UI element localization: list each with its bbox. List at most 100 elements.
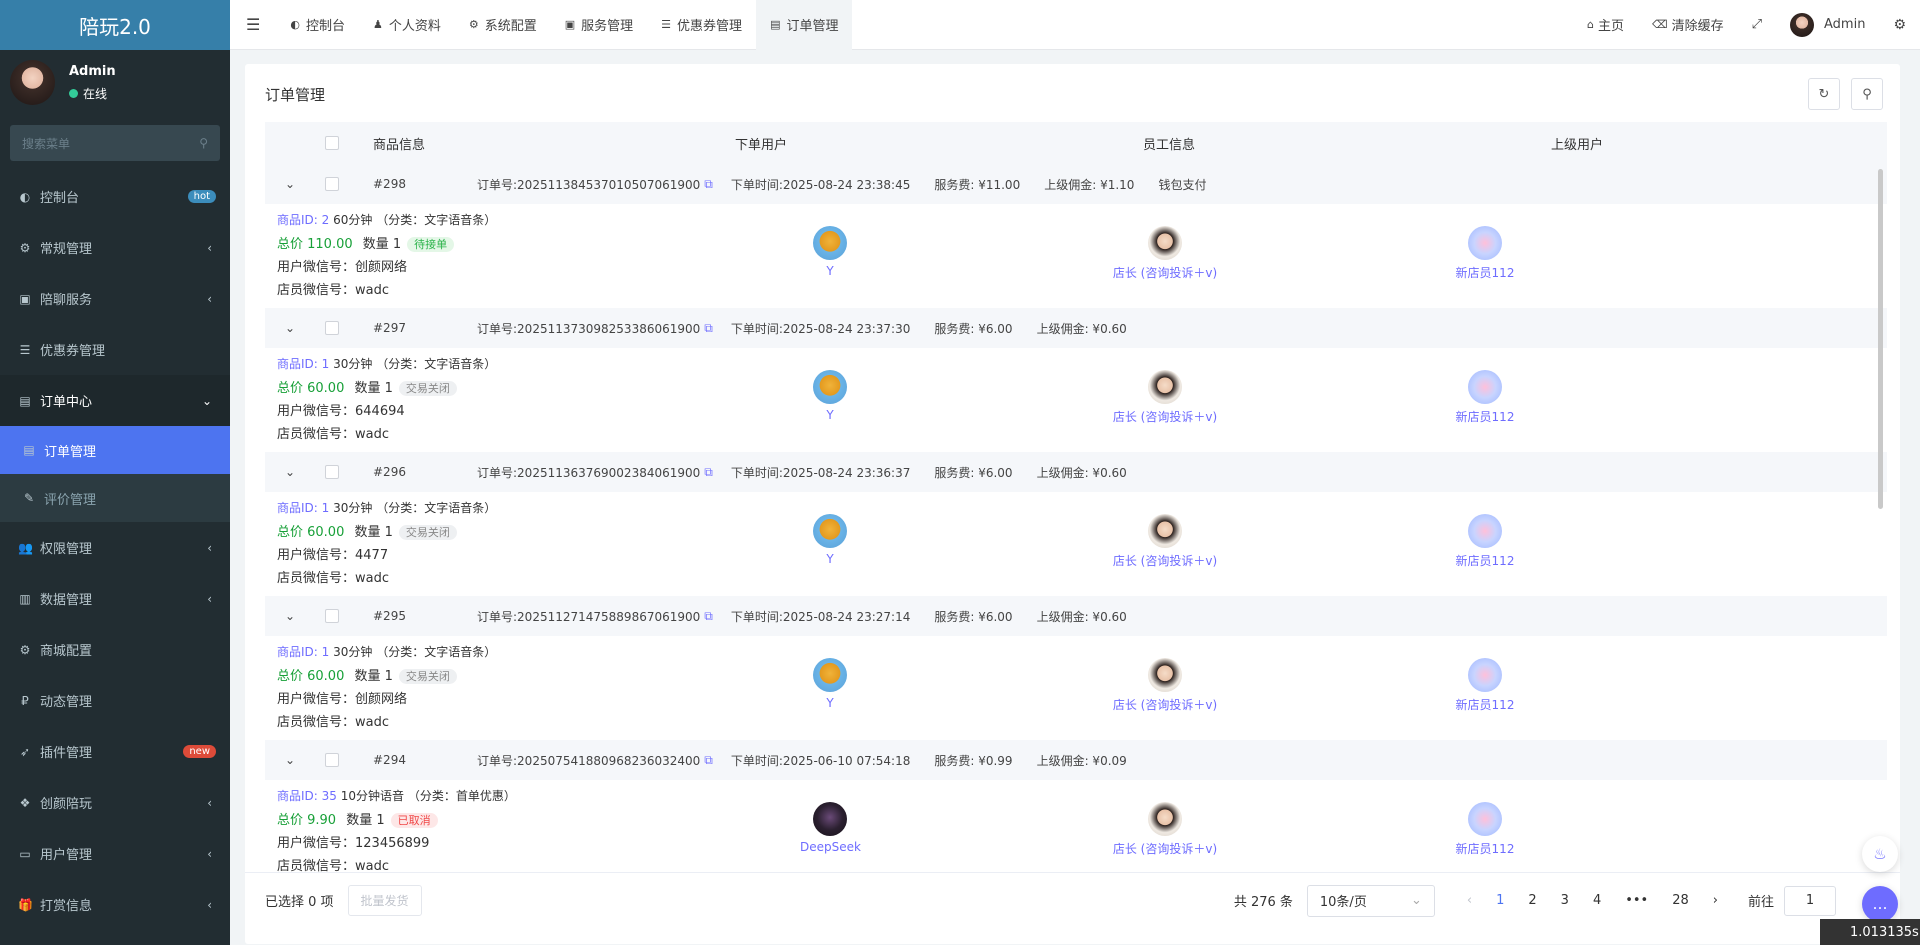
sidebar-search-input[interactable]: 搜索菜单 ⚲ [10,125,220,161]
tab-coupon[interactable]: ☰ 优惠券管理 [647,0,756,50]
sidebar-item-3[interactable]: ☰ 优惠券管理 [0,324,230,375]
tab-system-config[interactable]: ⚙ 系统配置 [455,0,551,50]
buyer-cell[interactable]: Y [800,370,860,422]
goods-id[interactable]: 商品ID: 1 [277,501,329,515]
app-title[interactable]: 陪玩2.0 [0,0,230,50]
select-all-checkbox[interactable] [325,136,339,150]
sidebar-item-9[interactable]: ⚙ 商城配置 [0,624,230,675]
superior-cell[interactable]: 新店员112 [1435,370,1535,425]
page-number[interactable]: 1 [1496,893,1504,908]
sidebar-item-7[interactable]: 👥 权限管理 ‹ [0,522,230,573]
status-badge: 交易关闭 [398,669,457,684]
copy-icon[interactable]: ⧉ [704,321,713,336]
fullscreen-icon[interactable]: ⤢ [1738,0,1776,50]
page-number[interactable]: 3 [1561,893,1569,908]
superior-cell[interactable]: 新店员112 [1435,802,1535,857]
order-number: 订单号:2025075418809682360324​00 [477,753,701,768]
buyer-cell[interactable]: Y [800,514,860,566]
search-icon[interactable]: ⚲ [199,136,208,150]
goods-id[interactable]: 商品ID: 1 [277,357,329,371]
goods-id[interactable]: 商品ID: 35 [277,789,337,803]
sidebar-item-10[interactable]: ₽ 动态管理 [0,675,230,726]
row-checkbox[interactable] [325,753,339,767]
goto-page-input[interactable]: 1 [1784,885,1836,916]
row-checkbox[interactable] [325,177,339,191]
staff-cell[interactable]: 店长 (咨询投诉＋v) [1100,226,1230,281]
sidebar-item-1[interactable]: ⚙ 常规管理 ‹ [0,222,230,273]
sidebar-item-4[interactable]: ▤ 订单中心 ⌄ [0,375,230,426]
total-price: 总价 110.00 [277,237,353,252]
copy-icon[interactable]: ⧉ [704,609,713,624]
buyer-cell[interactable]: Y [800,226,860,278]
tab-dashboard[interactable]: ◐ 控制台 [276,0,359,50]
gears-icon[interactable]: ⚙ [1879,0,1920,50]
page-number[interactable]: ••• [1625,893,1648,908]
buyer-cell[interactable]: Y [800,658,860,710]
sidebar-item-12[interactable]: ❖ 创颜陪玩 ‹ [0,777,230,828]
chat-icon[interactable]: … [1862,886,1898,922]
dashboard-icon: ◐ [290,18,300,31]
sidebar-item-0[interactable]: ◐ 控制台 hot [0,171,230,222]
chevron-left-icon: ‹ [207,846,212,861]
refresh-button[interactable]: ↻ [1808,78,1840,110]
chevron-down-icon: ⌄ [1410,893,1422,908]
copy-icon[interactable]: ⧉ [704,465,713,480]
menu-toggle-icon[interactable]: ☰ [230,0,276,50]
sidebar-item-6[interactable]: ✎ 评价管理 [0,474,230,522]
superior-cell[interactable]: 新店员112 [1435,514,1535,569]
page-number[interactable]: 2 [1528,893,1536,908]
staff-cell[interactable]: 店长 (咨询投诉＋v) [1100,802,1230,857]
bell-icon[interactable]: ♨ [1862,836,1898,872]
sidebar-item-13[interactable]: ▭ 用户管理 ‹ [0,828,230,879]
order-header: ⌄ #298 订单号:2025113845370105070619​00 ⧉ 下单时间:… [265,164,1887,204]
search-button[interactable]: ⚲ [1851,78,1883,110]
next-page-icon[interactable]: › [1713,893,1718,908]
page-number[interactable]: 4 [1593,893,1601,908]
superior-cell[interactable]: 新店员112 [1435,658,1535,713]
expand-chevron-icon[interactable]: ⌄ [285,465,305,479]
clear-cache-button[interactable]: ⌫ 清除缓存 [1638,0,1738,50]
expand-chevron-icon[interactable]: ⌄ [285,321,305,335]
sidebar-item-8[interactable]: ▥ 数据管理 ‹ [0,573,230,624]
scrollbar[interactable] [1878,169,1883,509]
page-size-select[interactable]: 10条/页 ⌄ [1306,884,1435,917]
staff-cell[interactable]: 店长 (咨询投诉＋v) [1100,658,1230,713]
staff-cell[interactable]: 店长 (咨询投诉＋v) [1100,370,1230,425]
user-wechat: 用户微信号：644694 [277,404,405,419]
sidebar-item-5[interactable]: ▤ 订单管理 [0,426,230,474]
sidebar-item-label: 用户管理 [40,848,93,863]
service-fee: 服务费: ¥0.99 [934,753,1013,768]
buyer-cell[interactable]: DeepSeek [800,802,861,854]
sidebar-item-11[interactable]: ➶ 插件管理 new [0,726,230,777]
selected-count: 已选择 0 项 [265,895,334,910]
copy-icon[interactable]: ⧉ [704,753,713,768]
user-name: Admin [69,63,116,79]
sidebar-item-2[interactable]: ▣ 陪聊服务 ‹ [0,273,230,324]
trash-icon: ⌫ [1652,18,1668,31]
superior-cell[interactable]: 新店员112 [1435,226,1535,281]
staff-cell[interactable]: 店长 (咨询投诉＋v) [1100,514,1230,569]
bar-chart-icon: ▥ [19,591,31,606]
admin-menu[interactable]: Admin [1776,0,1879,50]
tab-service[interactable]: ▣ 服务管理 [551,0,647,50]
expand-chevron-icon[interactable]: ⌄ [285,753,305,767]
expand-chevron-icon[interactable]: ⌄ [285,177,305,191]
goods-id[interactable]: 商品ID: 1 [277,645,329,659]
sidebar-item-14[interactable]: 🎁 打赏信息 ‹ [0,879,230,930]
row-checkbox[interactable] [325,321,339,335]
goods-id[interactable]: 商品ID: 2 [277,213,329,227]
expand-chevron-icon[interactable]: ⌄ [285,609,305,623]
tab-order[interactable]: ▤ 订单管理 [756,0,853,50]
top-navbar: ☰ ◐ 控制台 ♟ 个人资料 ⚙ 系统配置 ▣ 服务管理 ☰ 优惠券管理 ▤ 订单管理 ⌂ 主… [230,0,1920,50]
tab-profile[interactable]: ♟ 个人资料 [359,0,455,50]
home-link[interactable]: ⌂ 主页 [1573,0,1638,50]
commission: 上级佣金: ¥0.60 [1036,321,1127,336]
page-number[interactable]: 28 [1672,893,1689,908]
batch-ship-button[interactable]: 批量发货 [347,885,422,916]
row-checkbox[interactable] [325,609,339,623]
prev-page-icon[interactable]: ‹ [1467,893,1472,908]
order-header: ⌄ #296 订单号:2025113637690023840619​00 ⧉ 下单时间:… [265,452,1887,492]
column-header: 上级用户 [1551,137,1604,153]
row-checkbox[interactable] [325,465,339,479]
copy-icon[interactable]: ⧉ [704,177,713,192]
